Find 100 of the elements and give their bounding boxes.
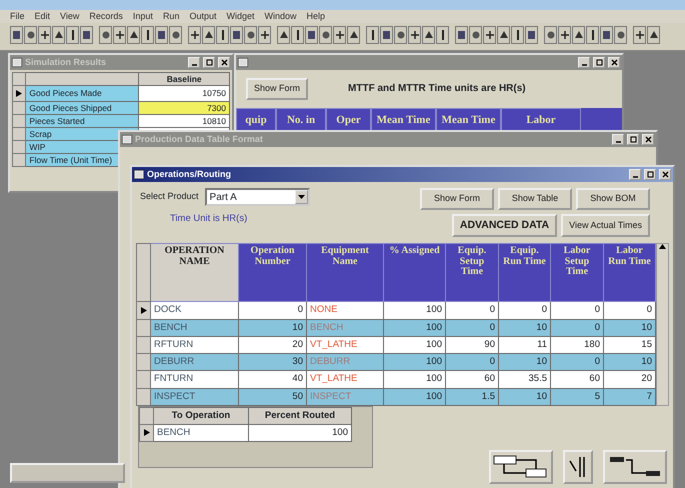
product-dropdown[interactable]: Part A: [204, 188, 310, 206]
table-cell: BENCH: [154, 424, 248, 442]
tool-icon: [498, 29, 508, 41]
close-icon: [220, 59, 228, 66]
tool-icon: [574, 29, 584, 41]
toolbar-button[interactable]: [66, 26, 79, 44]
toolbar-button[interactable]: [497, 26, 510, 44]
toolbar-button[interactable]: [244, 26, 257, 44]
column-header: Baseline: [138, 72, 230, 86]
menu-item[interactable]: Run: [162, 10, 180, 23]
toolbar-button[interactable]: [333, 26, 346, 44]
toolbar-button[interactable]: [455, 26, 468, 44]
menu-item[interactable]: Help: [306, 10, 326, 23]
maximize-button[interactable]: [644, 169, 656, 180]
form-button[interactable]: Show Table: [498, 188, 572, 210]
minimize-button[interactable]: [578, 57, 590, 68]
toolbar-button[interactable]: [544, 26, 557, 44]
menu-item[interactable]: Input: [132, 10, 153, 23]
row-label: Good Pieces Made: [26, 86, 139, 102]
toolbar-button[interactable]: [422, 26, 435, 44]
show-form-button[interactable]: Show Form: [246, 78, 308, 100]
maximize-button[interactable]: [203, 57, 215, 68]
toolbar-button[interactable]: [394, 26, 407, 44]
toolbar-button[interactable]: [380, 26, 393, 44]
tool-icon: [560, 29, 570, 41]
close-button[interactable]: [659, 169, 671, 180]
form-button[interactable]: View Actual Times: [561, 214, 650, 238]
toolbar-button[interactable]: [202, 26, 215, 44]
toolbar-button[interactable]: [38, 26, 51, 44]
toolbar-button[interactable]: [155, 26, 168, 44]
tool-button[interactable]: [489, 450, 553, 484]
toolbar-button[interactable]: [258, 26, 271, 44]
tool-button[interactable]: [603, 450, 667, 484]
toolbar-button[interactable]: [319, 26, 332, 44]
menu-item[interactable]: File: [10, 10, 25, 23]
close-button[interactable]: [608, 57, 620, 68]
minimize-button[interactable]: [612, 134, 624, 145]
close-button[interactable]: [218, 57, 230, 68]
table-cell: INSPECT: [150, 388, 238, 406]
toolbar-button[interactable]: [408, 26, 421, 44]
toolbar-button[interactable]: [305, 26, 318, 44]
menu-item[interactable]: Widget: [226, 10, 254, 23]
toolbar-button[interactable]: [230, 26, 243, 44]
table-cell: 7300: [138, 102, 230, 114]
toolbar-button[interactable]: [141, 26, 154, 44]
column-header: Equip. Setup Time: [446, 244, 498, 302]
toolbar-button[interactable]: [216, 26, 229, 44]
toolbar-button[interactable]: [572, 26, 585, 44]
table-cell: BENCH: [306, 319, 384, 336]
table-cell: 10: [498, 388, 550, 406]
toolbar-button[interactable]: [614, 26, 627, 44]
toolbar-button[interactable]: [586, 26, 599, 44]
row-selector[interactable]: [12, 86, 26, 102]
menu-item[interactable]: Window: [264, 10, 297, 23]
toolbar-button[interactable]: [113, 26, 126, 44]
tool-icon: [306, 29, 316, 41]
row-selector[interactable]: [136, 302, 150, 319]
toolbar-button[interactable]: [647, 26, 660, 44]
toolbar-button[interactable]: [347, 26, 360, 44]
toolbar-button[interactable]: [188, 26, 201, 44]
maximize-button[interactable]: [627, 134, 639, 145]
toolbar-button[interactable]: [80, 26, 93, 44]
toolbar-button[interactable]: [99, 26, 112, 44]
toolbar-button[interactable]: [291, 26, 304, 44]
toolbar-button[interactable]: [366, 26, 379, 44]
tool-icon: [232, 29, 242, 41]
toolbar-button[interactable]: [633, 26, 646, 44]
menu-item[interactable]: View: [60, 10, 80, 23]
menu-item[interactable]: Output: [189, 10, 216, 23]
form-button[interactable]: Show BOM: [576, 188, 650, 210]
close-button[interactable]: [642, 134, 654, 145]
tool-icon: [348, 29, 358, 41]
form-button[interactable]: ADVANCED DATA: [452, 214, 558, 238]
toolbar-button[interactable]: [169, 26, 182, 44]
toolbar-button[interactable]: [10, 26, 23, 44]
scrollbar[interactable]: [656, 243, 669, 406]
toolbar-button[interactable]: [24, 26, 37, 44]
window-icon: [122, 135, 132, 144]
toolbar-button[interactable]: [525, 26, 538, 44]
column-header: Equipment Name: [306, 244, 384, 302]
form-button[interactable]: Show Form: [420, 188, 494, 210]
row-selector[interactable]: [140, 424, 154, 442]
toolbar-button[interactable]: [52, 26, 65, 44]
tool-icon: [484, 29, 494, 41]
toolbar-button[interactable]: [436, 26, 449, 44]
toolbar-button[interactable]: [483, 26, 496, 44]
toolbar-button[interactable]: [558, 26, 571, 44]
minimize-button[interactable]: [629, 169, 641, 180]
header-corner: [12, 72, 26, 86]
toolbar-button[interactable]: [511, 26, 524, 44]
window-icon: [12, 58, 22, 67]
toolbar-button[interactable]: [600, 26, 613, 44]
toolbar-button[interactable]: [469, 26, 482, 44]
maximize-button[interactable]: [593, 57, 605, 68]
toolbar-button[interactable]: [277, 26, 290, 44]
menu-item[interactable]: Records: [89, 10, 123, 23]
menu-item[interactable]: Edit: [34, 10, 50, 23]
toolbar-button[interactable]: [127, 26, 140, 44]
minimize-button[interactable]: [188, 57, 200, 68]
tool-button[interactable]: [563, 450, 593, 484]
